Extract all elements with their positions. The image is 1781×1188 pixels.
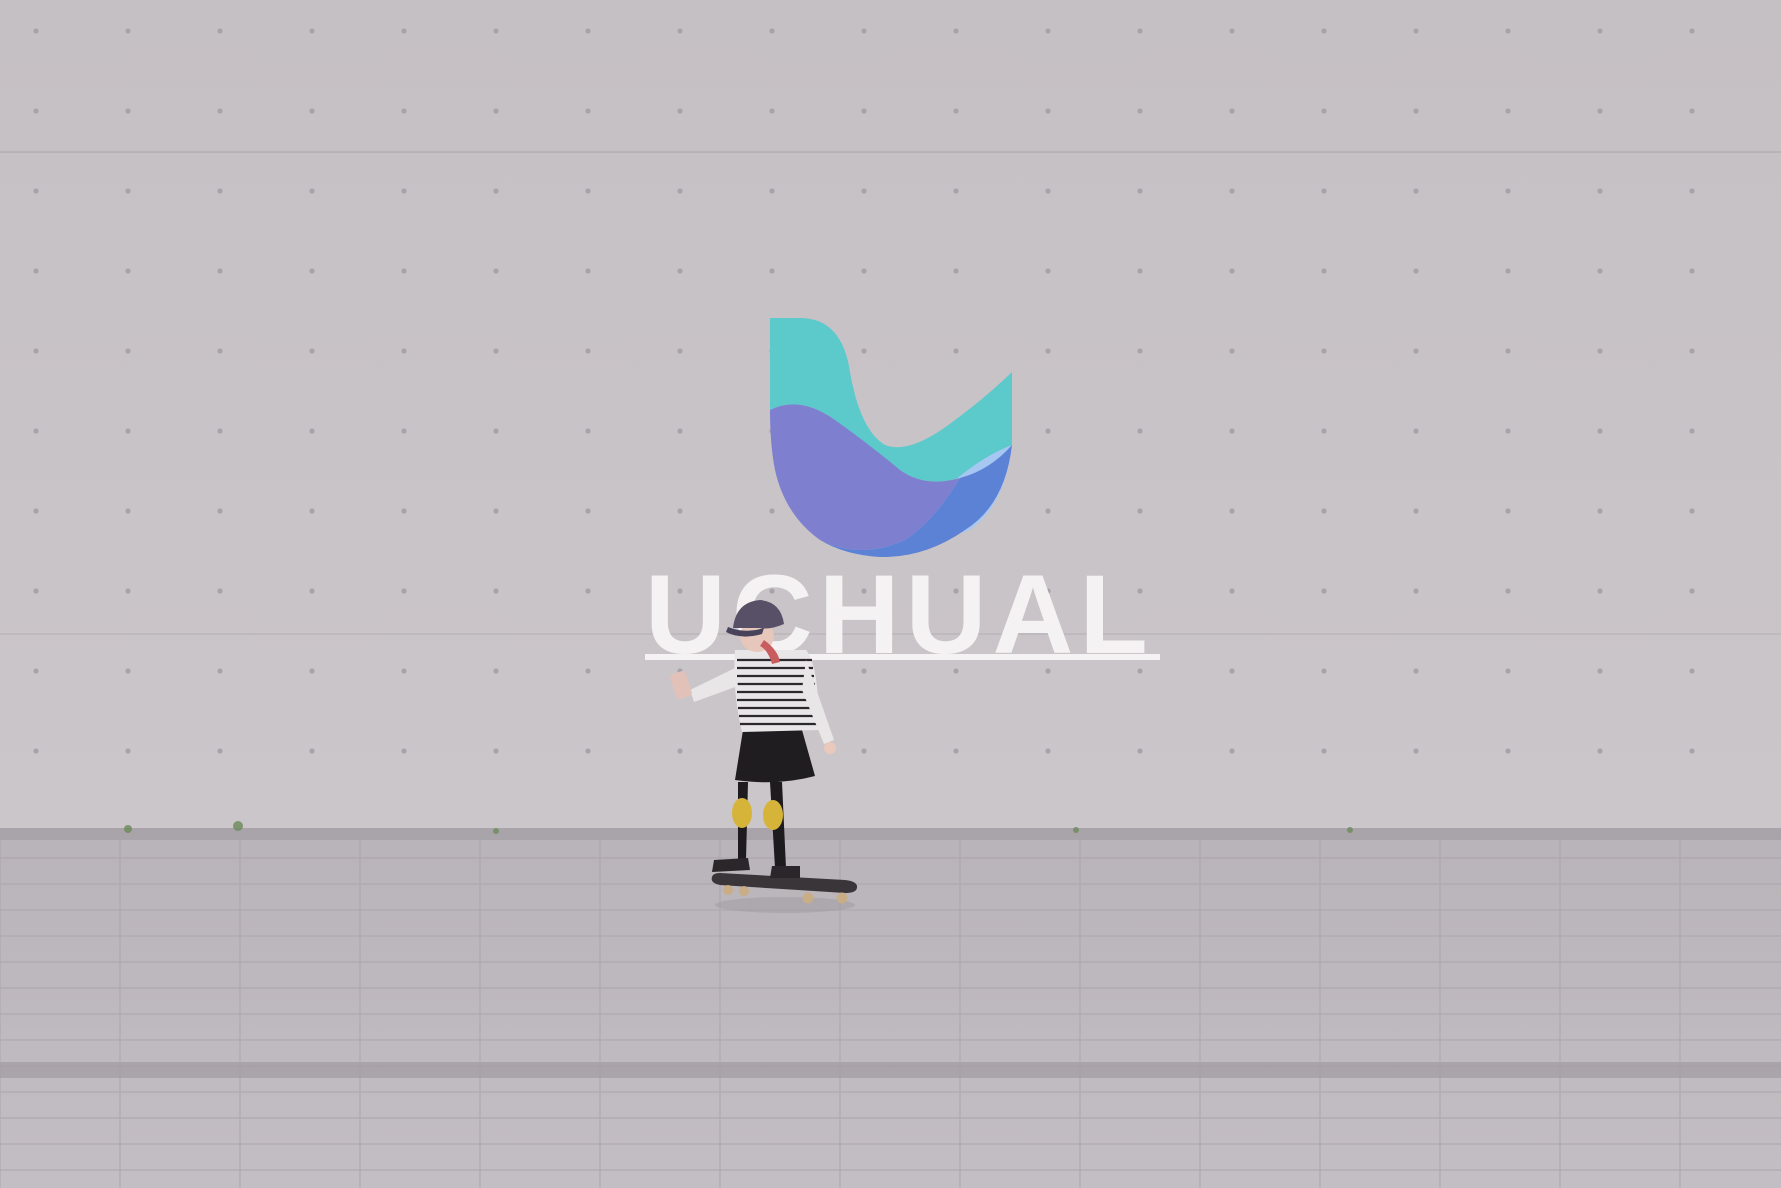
drain-strip (0, 1062, 1781, 1078)
skirt (735, 730, 815, 783)
left-sneaker (712, 858, 750, 872)
wall-base (0, 828, 1781, 840)
left-knee-pad (732, 798, 752, 828)
board-wheel-back-left (802, 892, 814, 904)
wordmark-underline (645, 654, 1160, 660)
right-hand (824, 742, 836, 754)
right-sneaker (770, 866, 800, 878)
board-wheel-front-left (723, 885, 733, 895)
right-knee-pad (763, 800, 783, 830)
board-wheel-back-right (836, 892, 848, 904)
photo-scene: UCHUAL (0, 0, 1781, 1188)
board-wheel-front-right (739, 886, 749, 896)
skateboarder-shadow (715, 897, 855, 913)
wall-tie-holes (0, 0, 1781, 800)
paving-tiles (0, 840, 1781, 1188)
